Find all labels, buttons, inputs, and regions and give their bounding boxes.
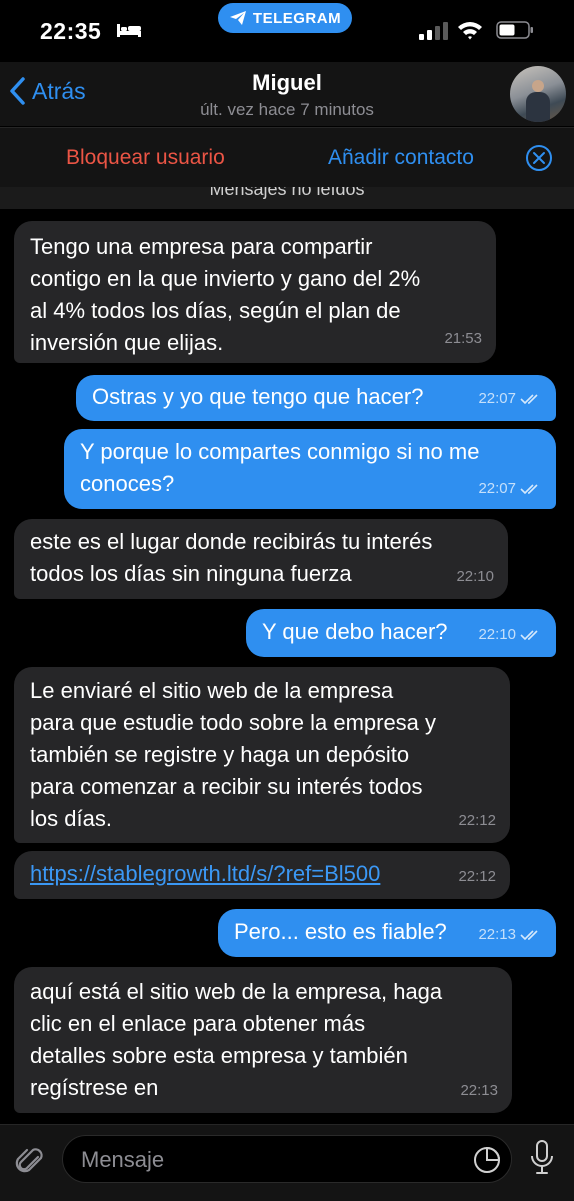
message-text: Ostras y yo que tengo que hacer? <box>92 384 424 409</box>
telegram-return-pill[interactable]: TELEGRAM <box>218 3 352 33</box>
battery-icon <box>496 21 533 39</box>
message-time: 22:07 <box>478 390 516 407</box>
message-time: 22:13 <box>460 1082 498 1099</box>
block-user-button[interactable]: Bloquear usuario <box>66 146 225 170</box>
outgoing-message[interactable]: Pero... esto es fiable? 22:13 <box>218 909 556 957</box>
contact-name[interactable]: Miguel <box>0 70 574 96</box>
message-input[interactable] <box>79 1144 463 1176</box>
message-time: 22:10 <box>478 626 516 643</box>
contact-action-bar: Bloquear usuario Añadir contacto <box>0 127 574 188</box>
last-seen-status: últ. vez hace 7 minutos <box>200 100 374 119</box>
microphone-icon[interactable] <box>528 1139 556 1179</box>
outgoing-message[interactable]: Y que debo hacer? 22:10 <box>246 609 556 657</box>
avatar[interactable] <box>510 66 566 122</box>
message-link[interactable]: https://stablegrowth.ltd/s/?ref=Bl500 <box>30 858 494 890</box>
incoming-message[interactable]: https://stablegrowth.ltd/s/?ref=Bl500 22… <box>14 851 510 899</box>
message-time: 22:12 <box>458 868 496 885</box>
status-time: 22:35 <box>40 18 102 44</box>
message-field-container <box>62 1135 512 1183</box>
double-check-icon <box>520 484 538 495</box>
status-bar: 22:35 TELEGRAM <box>0 0 574 62</box>
message-text: este es el lugar donde recibirás tu inte… <box>30 529 433 586</box>
message-text: aquí está el sitio web de la empresa, ha… <box>30 979 443 1100</box>
message-text: Tengo una empresa para compartir contigo… <box>30 234 421 355</box>
attach-icon[interactable] <box>14 1143 46 1179</box>
incoming-message[interactable]: aquí está el sitio web de la empresa, ha… <box>14 967 512 1113</box>
close-icon[interactable] <box>525 144 553 172</box>
incoming-message[interactable]: Tengo una empresa para compartir contigo… <box>14 221 496 363</box>
signal-icon <box>419 22 448 40</box>
message-time: 22:13 <box>478 926 516 943</box>
message-time: 22:10 <box>456 568 494 585</box>
add-contact-button[interactable]: Añadir contacto <box>328 146 474 170</box>
chat-header: Atrás Miguel últ. vez hace 7 minutos <box>0 62 574 126</box>
message-time: 22:07 <box>478 480 516 497</box>
unread-divider: Mensajes no leídos <box>0 187 574 209</box>
double-check-icon <box>520 930 538 941</box>
telegram-pill-label: TELEGRAM <box>252 9 342 27</box>
message-composer <box>0 1124 574 1201</box>
message-text: Le enviaré el sitio web de la empresa pa… <box>30 678 437 831</box>
message-text: Y porque lo compartes conmigo si no me c… <box>80 439 480 496</box>
wifi-icon <box>458 22 482 40</box>
outgoing-message[interactable]: Ostras y yo que tengo que hacer? 22:07 <box>76 375 556 421</box>
send-icon <box>229 11 246 25</box>
bed-icon <box>117 24 141 37</box>
message-time: 22:12 <box>458 812 496 829</box>
sticker-icon[interactable] <box>473 1146 501 1174</box>
double-check-icon <box>520 630 538 641</box>
message-time: 21:53 <box>444 330 482 347</box>
incoming-message[interactable]: este es el lugar donde recibirás tu inte… <box>14 519 508 599</box>
message-list[interactable]: Tengo una empresa para compartir contigo… <box>0 209 574 1124</box>
double-check-icon <box>520 394 538 405</box>
outgoing-message[interactable]: Y porque lo compartes conmigo si no me c… <box>64 429 556 509</box>
unread-divider-label: Mensajes no leídos <box>209 187 365 199</box>
incoming-message[interactable]: Le enviaré el sitio web de la empresa pa… <box>14 667 510 843</box>
